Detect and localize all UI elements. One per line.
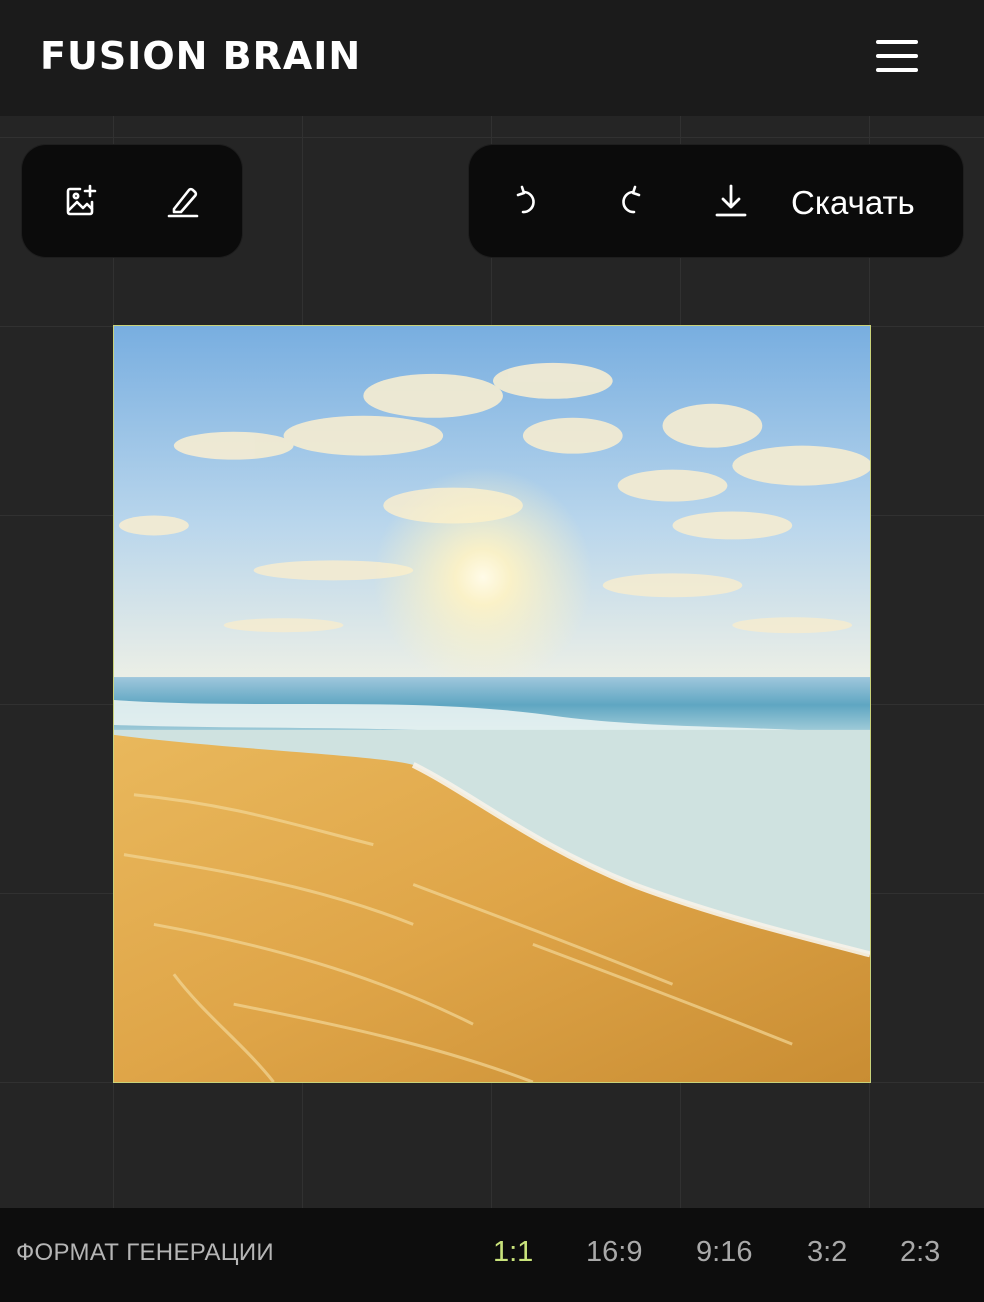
redo-icon <box>622 185 641 214</box>
undo-button[interactable] <box>504 177 552 225</box>
eraser-icon <box>167 187 199 218</box>
eraser-button[interactable] <box>159 177 207 225</box>
redo-button[interactable] <box>605 177 653 225</box>
ratio-option-16-9[interactable]: 16:9 <box>586 1234 642 1270</box>
ratio-option-9-16[interactable]: 9:16 <box>696 1234 752 1270</box>
add-image-icon <box>66 184 97 216</box>
hamburger-menu-icon[interactable] <box>872 38 922 74</box>
download-button[interactable] <box>707 177 755 225</box>
format-bar: ФОРМАТ ГЕНЕРАЦИИ 1:1 16:9 9:16 3:2 2:3 <box>0 1208 984 1302</box>
app-logo[interactable]: FUSION BRAIN <box>40 34 361 78</box>
edit-toolbar <box>22 145 242 257</box>
ratio-option-2-3[interactable]: 2:3 <box>900 1234 940 1270</box>
generated-image[interactable] <box>113 325 871 1083</box>
format-label: ФОРМАТ ГЕНЕРАЦИИ <box>16 1239 274 1266</box>
add-image-button[interactable] <box>57 177 105 225</box>
image-actions-toolbar: Скачать <box>469 145 963 257</box>
generated-beach-image <box>114 326 870 1082</box>
ratio-option-1-1[interactable]: 1:1 <box>493 1234 533 1270</box>
ratio-option-3-2[interactable]: 3:2 <box>807 1234 847 1270</box>
app-header: FUSION BRAIN <box>0 0 984 116</box>
download-label[interactable]: Скачать <box>791 183 915 223</box>
download-icon <box>715 184 747 217</box>
undo-icon <box>516 185 535 214</box>
